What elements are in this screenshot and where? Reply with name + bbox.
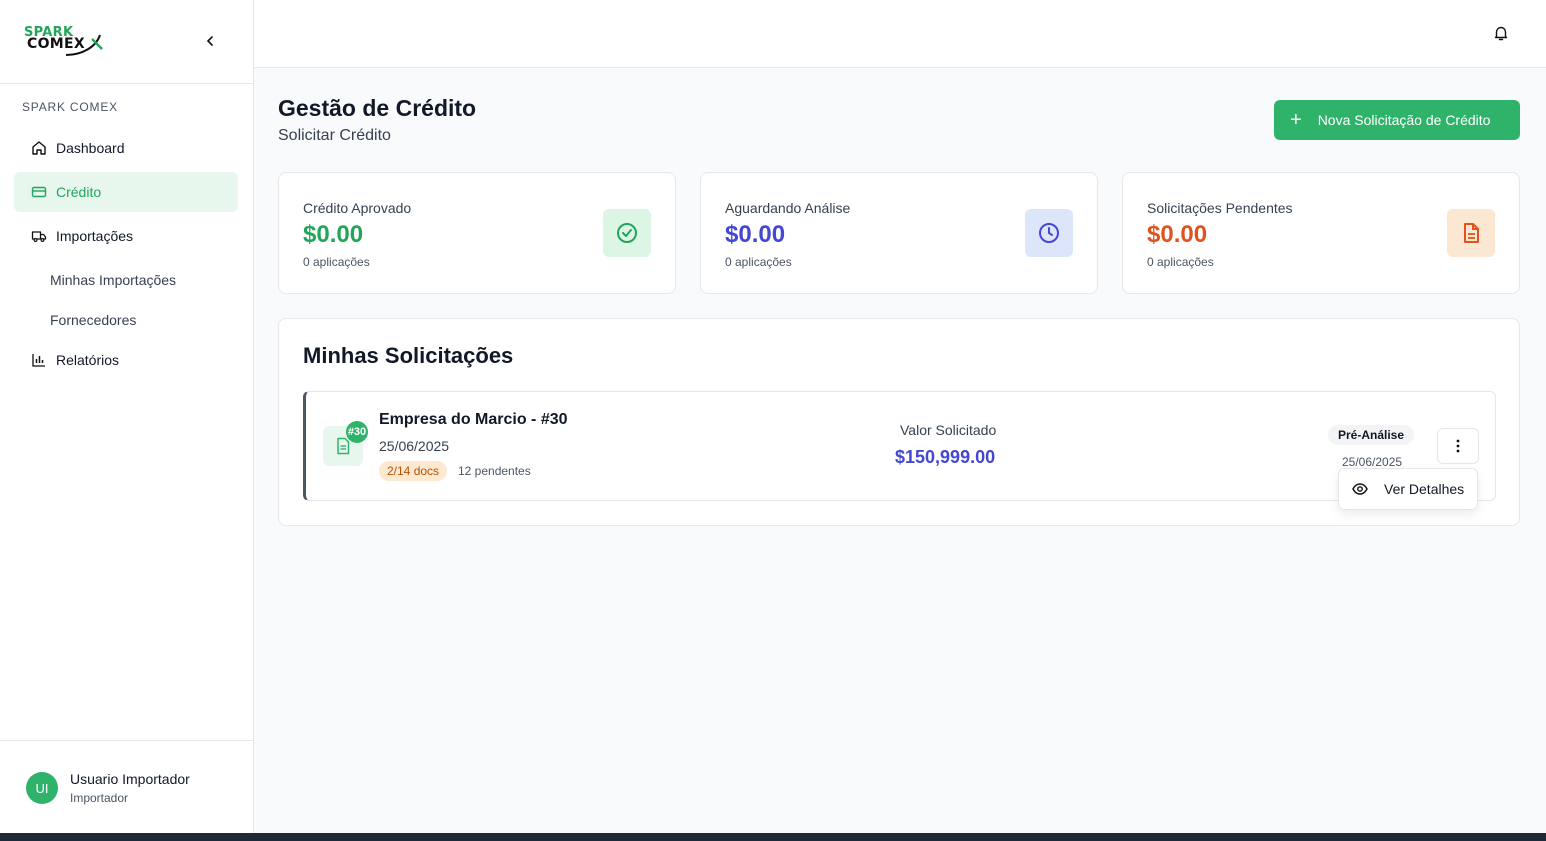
- more-actions-button[interactable]: [1437, 428, 1479, 464]
- logo-swoosh-icon: [65, 34, 103, 56]
- request-name: Empresa do Marcio - #30: [379, 411, 568, 428]
- requested-value: $150,999.00: [895, 447, 996, 467]
- logo[interactable]: SPARK COMEX: [22, 25, 104, 57]
- requested-value-label: Valor Solicitado: [900, 422, 997, 438]
- sidebar-item-dashboard[interactable]: Dashboard: [14, 128, 238, 168]
- stat-value: $0.00: [303, 221, 364, 248]
- truck-icon: [30, 227, 48, 245]
- bar-chart-icon: [30, 351, 48, 369]
- user-name: Usuario Importador: [70, 771, 190, 787]
- sidebar-item-fornecedores[interactable]: Fornecedores: [14, 300, 238, 340]
- avatar: UI: [26, 772, 58, 804]
- logo-row: SPARK COMEX: [0, 0, 253, 84]
- page-title: Gestão de Crédito: [278, 95, 477, 121]
- list-item[interactable]: #30 Empresa do Marcio - #30 25/06/2025 2…: [303, 391, 1496, 501]
- view-details-menu-item[interactable]: Ver Detalhes: [1338, 468, 1478, 510]
- home-icon: [30, 139, 48, 157]
- stat-card-awaiting: Aguardando Análise $0.00 0 aplicações: [700, 172, 1098, 294]
- stat-value: $0.00: [1147, 221, 1208, 248]
- status-date: 25/06/2025: [1342, 455, 1403, 469]
- stat-subtext: 0 aplicações: [725, 255, 792, 269]
- sidebar-section-label: SPARK COMEX: [22, 100, 118, 114]
- stat-value: $0.00: [725, 221, 786, 248]
- new-credit-request-label: Nova Solicitação de Crédito: [1317, 112, 1491, 128]
- sidebar-item-label: Dashboard: [56, 140, 125, 156]
- stat-label: Solicitações Pendentes: [1147, 200, 1293, 216]
- sidebar-nav: Dashboard Crédito Importações Minhas Imp…: [14, 128, 238, 384]
- plus-icon: +: [1290, 109, 1302, 131]
- eye-icon: [1352, 481, 1368, 497]
- more-vertical-icon: [1456, 439, 1460, 453]
- clock-icon: [1025, 209, 1073, 257]
- status-badge: Pré-Análise: [1328, 425, 1415, 445]
- stat-card-approved: Crédito Aprovado $0.00 0 aplicações: [278, 172, 676, 294]
- app-frame: SPARK COMEX SPARK COMEX Dashboard Crédit…: [0, 0, 1546, 833]
- stat-card-pending: Solicitações Pendentes $0.00 0 aplicaçõe…: [1122, 172, 1520, 294]
- sidebar-item-label: Importações: [56, 228, 134, 244]
- request-date: 25/06/2025: [379, 438, 450, 454]
- sidebar-item-minhas-importacoes[interactable]: Minhas Importações: [14, 260, 238, 300]
- sidebar-item-label: Relatórios: [56, 352, 120, 368]
- chevron-left-icon: [206, 36, 213, 46]
- pending-count: 12 pendentes: [458, 464, 531, 478]
- sidebar-item-credito[interactable]: Crédito: [14, 172, 238, 212]
- requests-title: Minhas Solicitações: [303, 343, 514, 368]
- notifications-bell-icon[interactable]: [1492, 24, 1510, 42]
- stat-subtext: 0 aplicações: [1147, 255, 1214, 269]
- credit-card-icon: [30, 183, 48, 201]
- new-credit-request-button[interactable]: + Nova Solicitação de Crédito: [1274, 100, 1520, 140]
- top-bar: [254, 0, 1546, 68]
- stat-label: Crédito Aprovado: [303, 200, 412, 216]
- sidebar-item-importacoes[interactable]: Importações: [14, 216, 238, 256]
- requests-panel: Minhas Solicitações #30 Empresa do Marci…: [278, 318, 1520, 526]
- sidebar-item-relatorios[interactable]: Relatórios: [14, 340, 238, 380]
- sidebar-item-label: Crédito: [56, 184, 102, 200]
- check-circle-icon: [603, 209, 651, 257]
- stat-label: Aguardando Análise: [725, 200, 851, 216]
- document-icon: [1447, 209, 1495, 257]
- request-number-badge: #30: [346, 421, 368, 443]
- stat-subtext: 0 aplicações: [303, 255, 370, 269]
- page-subtitle: Solicitar Crédito: [278, 127, 391, 144]
- docs-count-badge: 2/14 docs: [379, 461, 448, 481]
- user-profile[interactable]: UI Usuario Importador Importador: [0, 740, 253, 833]
- collapse-sidebar-button[interactable]: [199, 30, 221, 52]
- sidebar: SPARK COMEX SPARK COMEX Dashboard Crédit…: [0, 0, 254, 833]
- view-details-label: Ver Detalhes: [1384, 481, 1465, 497]
- user-role: Importador: [70, 791, 129, 805]
